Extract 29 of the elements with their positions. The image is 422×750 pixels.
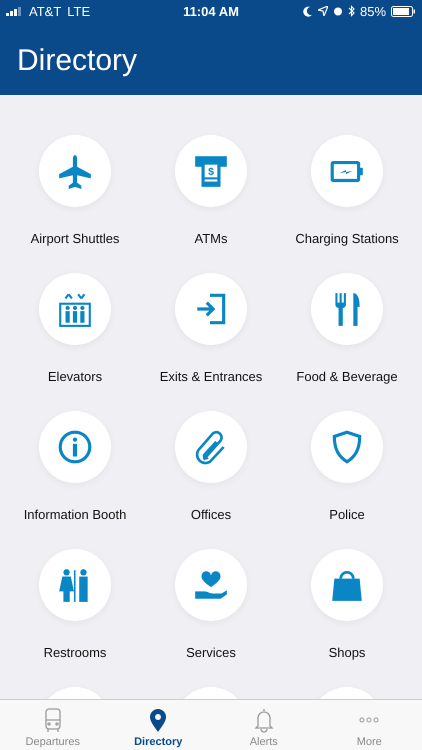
signal-icon — [6, 6, 23, 16]
tab[interactable]: Alerts — [211, 700, 316, 750]
category-label: Exits & Entrances — [158, 369, 264, 386]
more-icon — [357, 717, 382, 723]
battery-status-icon — [391, 6, 416, 16]
bluetooth-icon — [348, 5, 355, 17]
location-arrow-icon — [318, 6, 328, 16]
category-label: Police — [328, 507, 366, 524]
battery-percent: 85% — [360, 4, 386, 18]
carrier-text: AT&T — [29, 4, 62, 18]
category-label: Elevators — [46, 369, 104, 386]
info-icon — [56, 428, 94, 466]
tab[interactable]: Directory — [106, 700, 211, 750]
category-label: Services — [185, 645, 237, 662]
category-label: Offices — [190, 507, 232, 524]
category-label: Restrooms — [42, 645, 108, 662]
status-time: 11:04 AM — [183, 4, 239, 18]
category-label: Charging Stations — [294, 231, 400, 248]
category-label: Shops — [328, 645, 366, 662]
moon-icon — [302, 6, 313, 16]
network-text: LTE — [67, 4, 90, 18]
tab[interactable]: Departures — [0, 700, 106, 750]
category-label: Information Booth — [22, 507, 128, 524]
category-label: Food & Beverage — [295, 369, 399, 386]
page-title: Directory — [16, 43, 138, 78]
tab[interactable]: More — [316, 700, 422, 750]
category-label: Airport Shuttles — [30, 231, 120, 248]
category-label: ATMs — [194, 231, 228, 248]
category-button[interactable]: $ — [175, 135, 247, 207]
